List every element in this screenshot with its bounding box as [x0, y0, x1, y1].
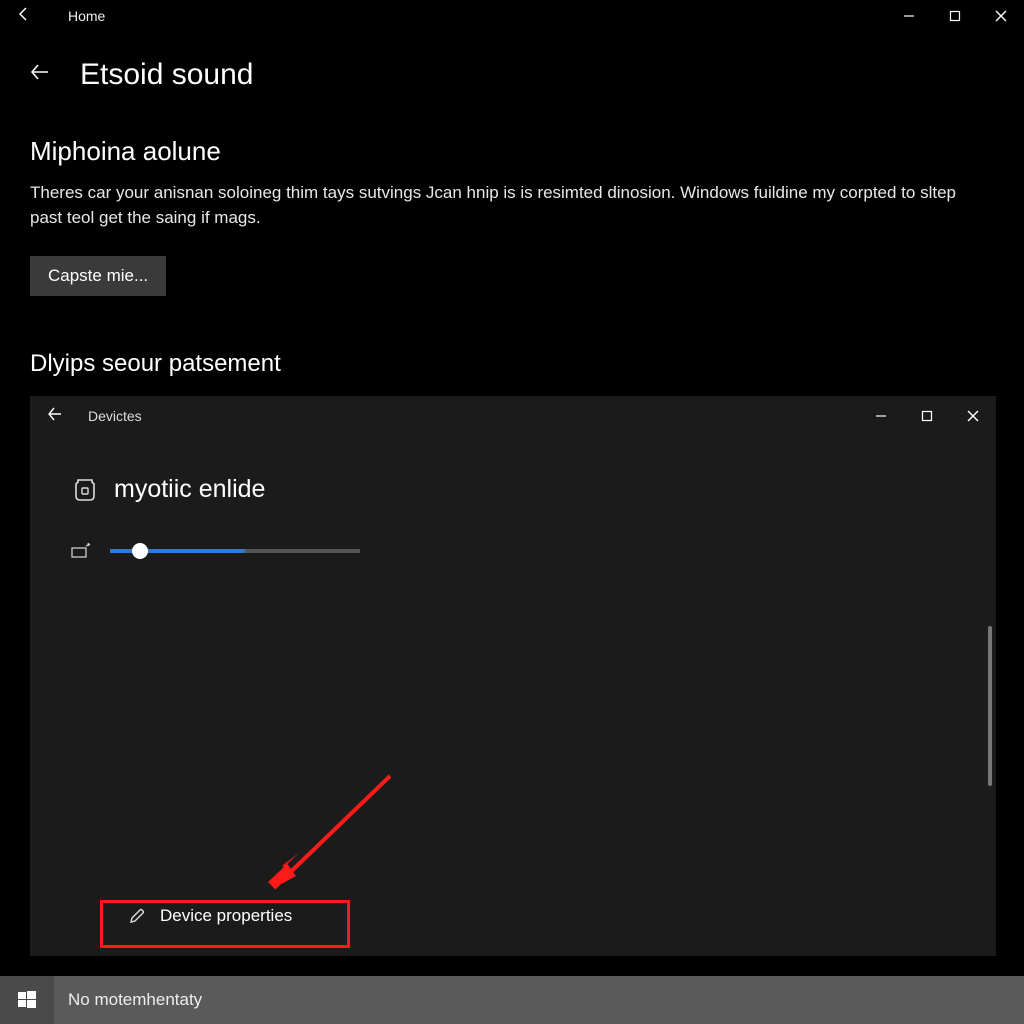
- device-name: myotiic enlide: [114, 475, 265, 504]
- windows-icon: [18, 991, 36, 1009]
- close-button[interactable]: [978, 0, 1024, 32]
- page-back-icon[interactable]: [30, 62, 50, 88]
- section-title-devices: Dlyips seour patsement: [30, 350, 994, 378]
- outer-titlebar: Home: [0, 0, 1024, 32]
- outer-content: Etsoid sound Miphoina aolune Theres car …: [0, 58, 1024, 378]
- scrollbar[interactable]: [988, 626, 992, 786]
- taskbar-search-text: No motemhentaty: [68, 990, 202, 1010]
- inner-close-button[interactable]: [950, 400, 996, 432]
- inner-back-icon[interactable]: [30, 406, 80, 427]
- devices-window: Devictes myotiic enlide: [30, 396, 996, 956]
- annotation-box: [100, 900, 350, 948]
- inner-minimize-button[interactable]: [858, 400, 904, 432]
- settings-window: Home Etsoid sound Miphoina aolune Theres…: [0, 0, 1024, 976]
- slider-thumb[interactable]: [132, 543, 148, 559]
- inner-breadcrumb[interactable]: Devictes: [88, 408, 142, 424]
- window-home-label[interactable]: Home: [68, 8, 105, 24]
- annotation-arrow-icon: [230, 770, 400, 900]
- taskbar: No motemhentaty: [0, 976, 1024, 1024]
- section-title-volume: Miphoina aolune: [30, 136, 994, 167]
- start-button[interactable]: [0, 976, 54, 1024]
- minimize-button[interactable]: [886, 0, 932, 32]
- slider-icon: [70, 540, 92, 562]
- back-icon[interactable]: [0, 6, 48, 27]
- section-desc: Theres car your anisnan soloineg thim ta…: [30, 181, 990, 230]
- device-row: myotiic enlide: [70, 474, 996, 504]
- maximize-button[interactable]: [932, 0, 978, 32]
- inner-titlebar: Devictes: [30, 396, 996, 436]
- page-header: Etsoid sound: [30, 58, 994, 92]
- slider-fill: [110, 549, 245, 553]
- volume-slider[interactable]: [110, 549, 360, 553]
- page-title: Etsoid sound: [80, 58, 253, 92]
- device-icon: [70, 474, 100, 504]
- taskbar-search[interactable]: No motemhentaty: [54, 976, 216, 1024]
- capste-button[interactable]: Capste mie...: [30, 256, 166, 296]
- volume-slider-row: [70, 540, 996, 562]
- inner-maximize-button[interactable]: [904, 400, 950, 432]
